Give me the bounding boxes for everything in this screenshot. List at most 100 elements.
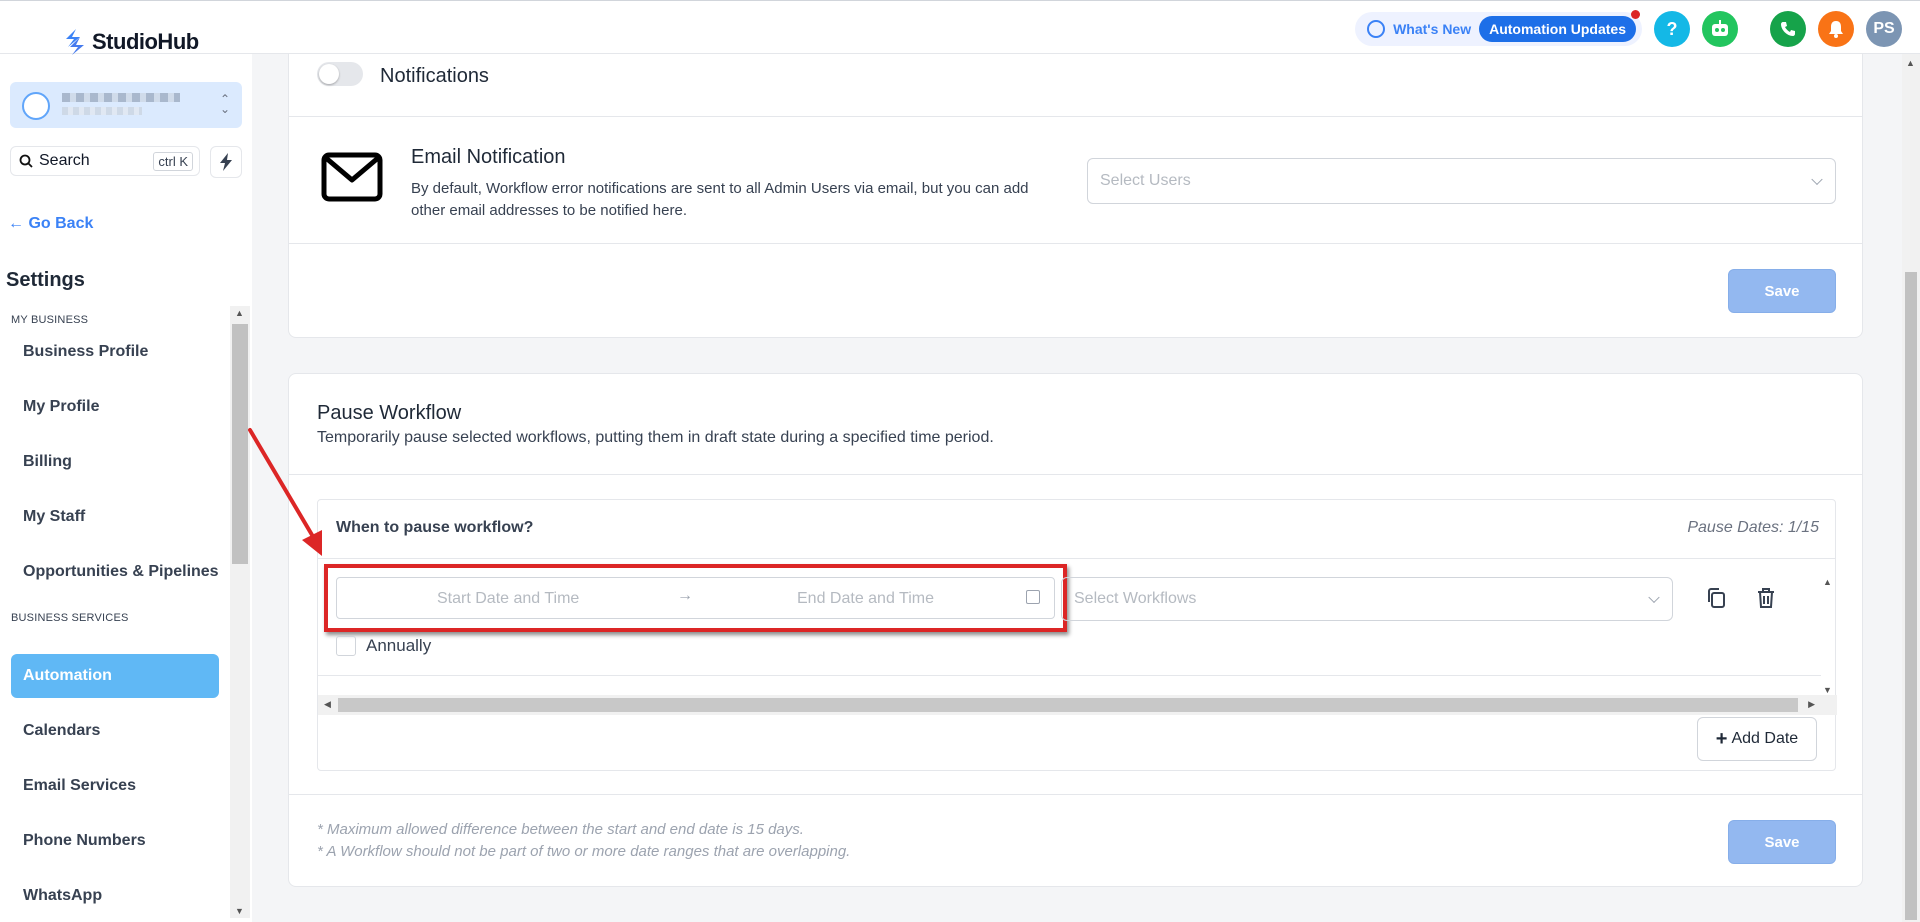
settings-heading: Settings — [6, 269, 85, 291]
sidebar-item-business-profile[interactable]: Business Profile — [11, 330, 219, 374]
annotation-highlight-box — [324, 564, 1067, 632]
section-business-services: BUSINESS SERVICES — [11, 612, 129, 624]
annually-checkbox[interactable] — [336, 636, 356, 656]
sidebar-item-opportunities-pipelines[interactable]: Opportunities & Pipelines — [11, 550, 219, 594]
main-scrollbar[interactable]: ▲ — [1902, 54, 1920, 922]
account-address-redacted — [62, 107, 142, 115]
location-icon — [22, 92, 50, 120]
divider — [289, 474, 1862, 475]
search-box[interactable]: Search ctrl K — [10, 146, 200, 176]
sidebar-scrollbar-thumb[interactable] — [232, 324, 248, 564]
divider — [289, 794, 1862, 795]
quick-actions-button[interactable] — [210, 146, 242, 178]
automation-updates-button[interactable]: Automation Updates — [1479, 10, 1640, 42]
mail-icon — [321, 152, 383, 202]
pause-dates-panel: When to pause workflow? Pause Dates: 1/1… — [317, 499, 1837, 771]
bell-icon — [1829, 21, 1843, 38]
sidebar-item-calendars[interactable]: Calendars — [11, 709, 219, 753]
arrow-left-icon: ← — [8, 215, 24, 232]
search-shortcut: ctrl K — [153, 151, 193, 171]
whats-new-label: What's New — [1393, 21, 1472, 37]
search-icon — [19, 154, 33, 168]
brand-logo[interactable]: StudioHub — [62, 28, 199, 56]
go-back-link[interactable]: ← Go Back — [8, 215, 93, 233]
notifications-card: Notifications Email Notification By defa… — [288, 40, 1863, 338]
notification-dot — [1631, 10, 1640, 19]
annually-label: Annually — [366, 636, 432, 655]
search-label: Search — [39, 152, 90, 169]
account-switcher[interactable]: ⌃ ⌄ — [10, 82, 242, 128]
divider — [318, 675, 1821, 676]
pause-dates-count: Pause Dates: 1/15 — [1687, 519, 1819, 536]
robot-icon — [1712, 20, 1728, 36]
sidebar-item-email-services[interactable]: Email Services — [11, 764, 219, 808]
pause-workflow-title: Pause Workflow — [317, 402, 462, 424]
phone-button[interactable] — [1770, 11, 1806, 47]
add-date-label: Add Date — [1731, 730, 1799, 747]
plus-icon: + — [1715, 727, 1728, 750]
divider — [289, 243, 1862, 244]
notifications-label: Notifications — [380, 65, 489, 87]
ai-assistant-button[interactable] — [1702, 11, 1738, 47]
scroll-right-icon[interactable]: ▶ — [1808, 699, 1815, 710]
notifications-button[interactable] — [1818, 11, 1854, 47]
pause-workflow-description: Temporarily pause selected workflows, pu… — [317, 429, 994, 446]
select-workflows-dropdown[interactable]: Select Workflows — [1061, 577, 1673, 621]
phone-icon — [1781, 22, 1795, 36]
horizontal-scrollbar[interactable]: ◀ ▶ — [318, 695, 1837, 715]
select-users-placeholder: Select Users — [1100, 172, 1191, 189]
scroll-up-icon[interactable]: ▲ — [1906, 58, 1915, 68]
toggle-knob — [319, 64, 339, 84]
select-workflows-placeholder: Select Workflows — [1074, 590, 1197, 607]
whats-new-icon — [1367, 20, 1386, 38]
sidebar-item-my-staff[interactable]: My Staff — [11, 495, 219, 539]
save-notifications-button[interactable]: Save — [1728, 269, 1836, 313]
scroll-down-icon[interactable]: ▼ — [1823, 685, 1832, 695]
brand-name: StudioHub — [92, 29, 199, 54]
copy-row-button[interactable] — [1700, 582, 1732, 614]
scroll-left-icon[interactable]: ◀ — [324, 699, 331, 710]
chevron-updown-icon: ⌃ ⌄ — [219, 92, 230, 116]
top-bar: StudioHub What's New Automation Updates … — [0, 0, 1920, 56]
trash-icon — [1758, 588, 1774, 608]
add-date-button[interactable]: + Add Date — [1697, 717, 1817, 761]
select-users-dropdown[interactable]: Select Users — [1087, 158, 1836, 204]
chevron-down-icon — [1811, 173, 1823, 186]
notifications-toggle[interactable] — [317, 62, 363, 86]
pause-workflow-card: Pause Workflow Temporarily pause selecte… — [288, 373, 1863, 887]
avatar-initials: PS — [1873, 20, 1895, 37]
sidebar-item-my-profile[interactable]: My Profile — [11, 385, 219, 429]
whats-new-pill[interactable]: What's New Automation Updates — [1355, 10, 1642, 46]
section-my-business: MY BUSINESS — [11, 314, 89, 326]
row-vertical-scrollbar[interactable]: ▲ ▼ — [1819, 577, 1835, 695]
help-button[interactable]: ? — [1654, 11, 1690, 47]
horizontal-scrollbar-thumb[interactable] — [338, 698, 1798, 712]
divider — [289, 116, 1862, 117]
sidebar: ⌃ ⌄ Search ctrl K ← Go Back Settings MY B… — [0, 54, 252, 922]
help-icon: ? — [1666, 18, 1678, 39]
user-avatar[interactable]: PS — [1866, 11, 1902, 47]
main-scrollbar-thumb[interactable] — [1905, 272, 1917, 920]
chevron-down-icon — [1648, 591, 1660, 604]
save-pause-workflow-button[interactable]: Save — [1728, 820, 1836, 864]
note-max-difference: * Maximum allowed difference between the… — [317, 821, 804, 838]
scroll-down-icon[interactable]: ▼ — [235, 906, 244, 916]
email-notification-title: Email Notification — [411, 146, 566, 168]
sidebar-item-automation[interactable]: Automation — [11, 654, 219, 698]
email-notification-description: By default, Workflow error notifications… — [411, 180, 1029, 219]
note-no-overlap: * A Workflow should not be part of two o… — [317, 843, 851, 860]
copy-icon — [1708, 588, 1725, 608]
when-to-pause-label: When to pause workflow? — [336, 519, 534, 536]
sidebar-scrollbar[interactable]: ▲ ▼ — [230, 306, 250, 918]
scroll-up-icon[interactable]: ▲ — [1823, 577, 1832, 587]
studiohub-logo-icon — [66, 29, 84, 55]
scroll-up-icon[interactable]: ▲ — [235, 308, 244, 318]
bolt-icon — [220, 153, 232, 171]
account-name-redacted — [62, 93, 180, 102]
automation-updates-label: Automation Updates — [1489, 21, 1626, 37]
sidebar-item-billing[interactable]: Billing — [11, 440, 219, 484]
delete-row-button[interactable] — [1750, 582, 1782, 614]
divider — [318, 558, 1835, 559]
sidebar-item-phone-numbers[interactable]: Phone Numbers — [11, 819, 219, 863]
sidebar-item-whatsapp[interactable]: WhatsApp — [11, 874, 219, 918]
